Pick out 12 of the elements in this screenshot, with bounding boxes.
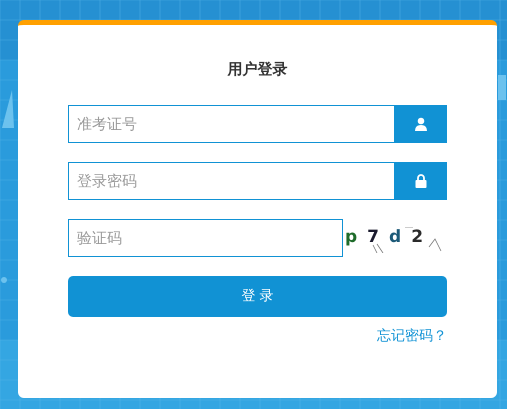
user-icon	[414, 116, 428, 130]
captcha-character: d	[389, 229, 402, 246]
lock-icon	[415, 174, 427, 188]
exam-number-field[interactable]: 准考证号	[68, 104, 395, 142]
captcha-character: 7	[367, 229, 380, 246]
captcha-character: p	[345, 229, 358, 246]
login-title: 用户登录	[228, 59, 288, 80]
captcha-character: 2	[411, 229, 424, 246]
login-button[interactable]: 登 录	[68, 276, 447, 316]
forgot-password-link[interactable]: 忘记密码？	[377, 326, 447, 346]
captcha-field[interactable]: 验证码	[68, 218, 343, 256]
password-field[interactable]: 登录密码	[68, 162, 395, 200]
